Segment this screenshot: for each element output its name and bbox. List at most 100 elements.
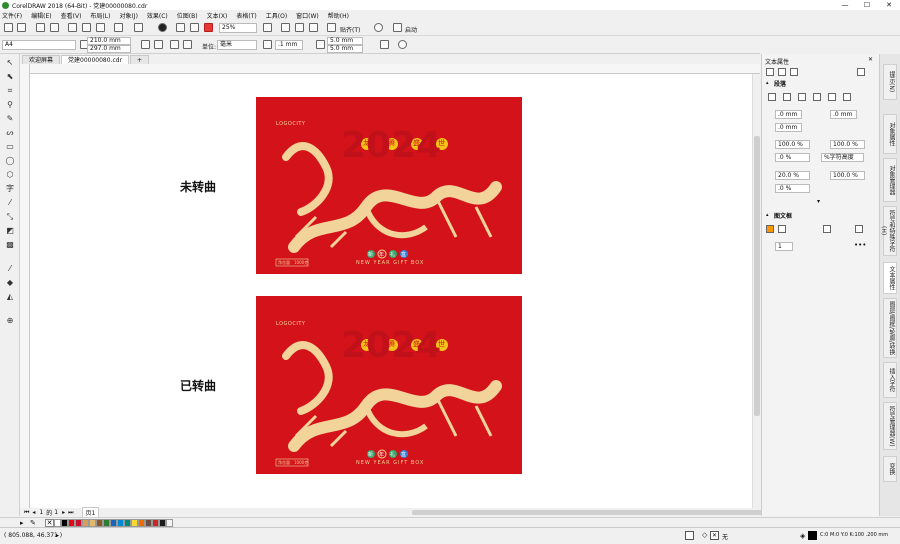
current-page-number[interactable]: 1	[39, 509, 43, 516]
redo-icon[interactable]	[134, 23, 143, 32]
menu-tools[interactable]: 工具(O)	[266, 11, 287, 20]
align-none-icon[interactable]	[768, 93, 776, 101]
save-icon[interactable]	[36, 23, 45, 32]
artistic-media-icon[interactable]: ᔕ	[5, 128, 15, 137]
color-eyedropper-icon[interactable]: ⁄	[5, 264, 15, 273]
color-swatch-13[interactable]	[145, 519, 152, 527]
gift-box-artwork-unconverted[interactable]: LOGOCITY 2024 龙 腾 盛 世 新 年 礼 盒 NEW YEAR G…	[256, 97, 522, 274]
undo-icon[interactable]	[114, 23, 123, 32]
show-grid-icon[interactable]	[295, 23, 304, 32]
menu-layout[interactable]: 布局(L)	[90, 11, 110, 20]
zoom-level-select[interactable]: 25%	[219, 23, 257, 33]
color-swatch-12[interactable]	[138, 519, 145, 527]
menu-help[interactable]: 帮助(H)	[328, 11, 349, 20]
tab-object-properties[interactable]: 对象属性	[883, 114, 897, 154]
interactive-fill-icon[interactable]: ◆	[5, 278, 15, 287]
character-icon[interactable]	[766, 68, 774, 76]
document-color-profile-icon[interactable]	[685, 531, 694, 540]
crop-tool-icon[interactable]: ⌗	[5, 86, 15, 95]
tab-text-properties[interactable]: 文本属性	[883, 262, 897, 294]
transparency-icon[interactable]: ▩	[5, 240, 15, 249]
tab-hints[interactable]: 提示(N)	[883, 64, 897, 100]
paragraph-icon[interactable]	[778, 68, 786, 76]
copy-icon[interactable]	[82, 23, 91, 32]
color-swatch-15[interactable]	[159, 519, 166, 527]
smart-fill-icon[interactable]: ◭	[5, 292, 15, 301]
launch-icon[interactable]	[393, 23, 402, 32]
color-swatch-5[interactable]	[89, 519, 96, 527]
paragraph-collapse-icon[interactable]: ▴	[766, 80, 769, 86]
show-rulers-icon[interactable]	[281, 23, 290, 32]
right-indent-input[interactable]: .0 mm	[830, 110, 857, 119]
tab-welcome[interactable]: 欢迎屏幕	[22, 55, 61, 64]
publish-pdf-icon[interactable]	[204, 23, 213, 32]
units-select[interactable]: 毫米	[217, 40, 257, 50]
page-width-input[interactable]: 210.0 mm	[87, 37, 131, 45]
before-paragraph-spacing-input[interactable]: 100.0 %	[775, 140, 810, 149]
color-swatch-11[interactable]	[131, 519, 138, 527]
portrait-icon[interactable]	[141, 40, 150, 49]
color-swatch-14[interactable]	[152, 519, 159, 527]
color-swatch-0[interactable]	[54, 519, 61, 527]
zoom-tool-icon[interactable]: ⚲	[5, 100, 15, 109]
search-content-icon[interactable]	[158, 23, 167, 32]
tab-object-manager[interactable]: 对象管理器	[883, 158, 897, 202]
menu-file[interactable]: 文件(F)	[2, 11, 22, 20]
vertical-scroll-thumb[interactable]	[754, 136, 760, 416]
tab-transform[interactable]: 变换	[883, 456, 897, 482]
launch-dropdown[interactable]: 启动	[405, 25, 417, 34]
char-spacing-input[interactable]: 20.0 %	[775, 171, 810, 180]
last-page-icon[interactable]: ⏭	[68, 509, 73, 517]
open-icon[interactable]	[17, 23, 26, 32]
columns-input[interactable]: 1	[775, 242, 793, 251]
parallel-dimension-icon[interactable]: ⁄	[5, 198, 15, 207]
close-button[interactable]: ✕	[878, 0, 900, 10]
minimize-button[interactable]: —	[834, 0, 856, 10]
options-gear-icon[interactable]	[374, 23, 383, 32]
connector-tool-icon[interactable]: ⤡	[5, 212, 15, 221]
color-swatch-7[interactable]	[103, 519, 110, 527]
menu-window[interactable]: 窗口(W)	[296, 11, 319, 20]
horizontal-scroll-thumb[interactable]	[412, 510, 762, 515]
align-center-icon[interactable]	[798, 93, 806, 101]
tab-add-button[interactable]: +	[130, 55, 150, 64]
pick-tool-icon[interactable]: ↖	[5, 58, 15, 67]
ellipse-tool-icon[interactable]: ◯	[5, 156, 15, 165]
left-indent-input[interactable]: .0 mm	[775, 110, 802, 119]
add-tool-icon[interactable]: ⊕	[5, 316, 15, 325]
new-document-icon[interactable]	[4, 23, 13, 32]
import-icon[interactable]	[176, 23, 185, 32]
word-spacing-input[interactable]: 100.0 %	[830, 171, 865, 180]
docker-options-icon[interactable]	[857, 68, 865, 76]
color-swatch-2[interactable]	[68, 519, 75, 527]
vertical-scrollbar[interactable]	[752, 74, 760, 508]
gift-box-artwork-converted[interactable]: LOGOCITY 2024 龙 腾 盛 世 新 年 礼 盒 NEW YEAR G…	[256, 296, 522, 474]
menu-object[interactable]: 对象(J)	[119, 11, 137, 20]
line-spacing-input[interactable]: .0 %	[775, 153, 810, 162]
frame-no-fill-icon[interactable]	[778, 225, 786, 233]
frame-icon[interactable]	[790, 68, 798, 76]
print-icon[interactable]	[50, 23, 59, 32]
frame-text-icon[interactable]	[823, 225, 831, 233]
show-guidelines-icon[interactable]	[309, 23, 318, 32]
color-swatch-8[interactable]	[110, 519, 117, 527]
color-swatch-4[interactable]	[82, 519, 89, 527]
cut-icon[interactable]	[68, 23, 77, 32]
color-swatch-1[interactable]	[61, 519, 68, 527]
frame-fill-icon[interactable]	[766, 225, 774, 233]
tab-document[interactable]: 党建00000080.cdr	[61, 55, 130, 64]
landscape-icon[interactable]	[154, 40, 163, 49]
duplicate-y-input[interactable]: 5.0 mm	[327, 45, 363, 53]
more-options-icon[interactable]: •••	[854, 241, 866, 249]
menu-effects[interactable]: 效果(C)	[147, 11, 168, 20]
first-page-icon[interactable]: ⏮	[24, 509, 29, 517]
polygon-tool-icon[interactable]: ⬡	[5, 170, 15, 179]
first-line-indent-input[interactable]: .0 mm	[775, 123, 802, 132]
text-tool-icon[interactable]: 字	[5, 184, 15, 193]
tab-insert-character[interactable]: 插入字符	[883, 362, 897, 398]
line-spacing-unit-select[interactable]: %字符高度	[821, 153, 864, 162]
align-right-icon[interactable]	[813, 93, 821, 101]
docker-close-icon[interactable]: ✕	[868, 56, 873, 63]
prev-page-icon[interactable]: ◂	[32, 509, 35, 516]
palette-menu-icon[interactable]: ▸	[20, 519, 24, 527]
